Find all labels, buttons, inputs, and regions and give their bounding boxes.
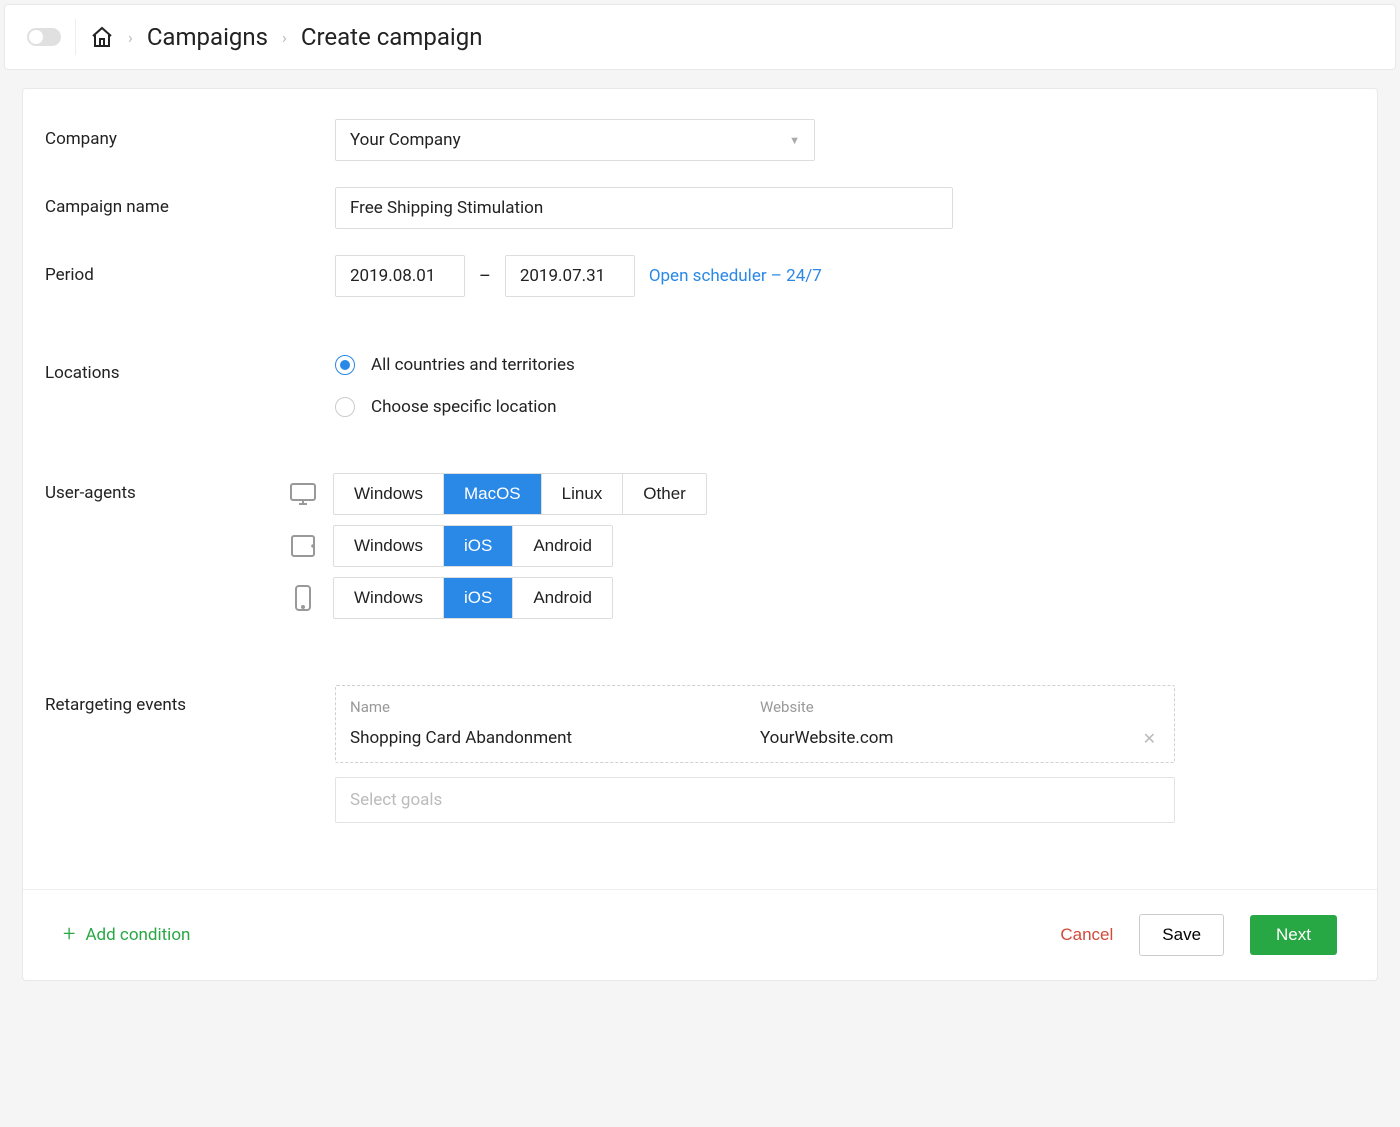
header-toggle[interactable] [27, 28, 61, 46]
tablet-windows-button[interactable]: Windows [334, 526, 443, 566]
desktop-macos-button[interactable]: MacOS [443, 474, 541, 514]
select-goals-input[interactable]: Select goals [335, 777, 1175, 823]
retargeting-label: Retargeting events [45, 685, 335, 715]
next-button[interactable]: Next [1250, 915, 1337, 955]
locations-label: Locations [45, 353, 335, 383]
tablet-ios-button[interactable]: iOS [443, 526, 512, 566]
retargeting-events-box: Name Website Shopping Card Abandonment Y… [335, 685, 1175, 763]
campaign-name-input[interactable]: Free Shipping Stimulation [335, 187, 953, 229]
event-name: Shopping Card Abandonment [350, 728, 760, 748]
tablet-os-segment: Windows iOS Android [333, 525, 613, 567]
chevron-right-icon: › [128, 28, 133, 47]
user-agents-label: User-agents [45, 473, 287, 503]
company-label: Company [45, 119, 335, 149]
add-condition-button[interactable]: + Add condition [63, 924, 190, 946]
events-col-website: Website [760, 698, 814, 716]
card-footer: + Add condition Cancel Save Next [23, 889, 1377, 980]
desktop-os-segment: Windows MacOS Linux Other [333, 473, 707, 515]
company-select[interactable]: Your Company ▼ [335, 119, 815, 161]
mobile-os-segment: Windows iOS Android [333, 577, 613, 619]
event-website: YourWebsite.com [760, 728, 1139, 748]
company-select-value: Your Company [350, 130, 461, 150]
radio-icon [335, 355, 355, 375]
desktop-linux-button[interactable]: Linux [541, 474, 623, 514]
home-icon[interactable] [90, 25, 114, 49]
cancel-button[interactable]: Cancel [1060, 925, 1113, 945]
mobile-windows-button[interactable]: Windows [334, 578, 443, 618]
remove-event-icon[interactable]: ✕ [1139, 729, 1160, 748]
location-specific-radio[interactable]: Choose specific location [335, 397, 1355, 417]
period-start-input[interactable]: 2019.08.01 [335, 255, 465, 297]
desktop-windows-button[interactable]: Windows [334, 474, 443, 514]
radio-icon [335, 397, 355, 417]
tablet-icon [287, 533, 319, 559]
caret-down-icon: ▼ [789, 134, 800, 147]
period-range-separator: – [479, 266, 491, 287]
events-col-name: Name [350, 698, 760, 716]
mobile-icon [287, 584, 319, 612]
page-header: › Campaigns › Create campaign [4, 4, 1396, 70]
form-card: Company Your Company ▼ Campaign name Fre… [22, 88, 1378, 981]
mobile-android-button[interactable]: Android [512, 578, 612, 618]
location-all-radio[interactable]: All countries and territories [335, 355, 1355, 375]
save-button[interactable]: Save [1139, 914, 1224, 956]
tablet-android-button[interactable]: Android [512, 526, 612, 566]
chevron-right-icon: › [282, 28, 287, 47]
breadcrumb-current: Create campaign [301, 23, 483, 51]
mobile-ios-button[interactable]: iOS [443, 578, 512, 618]
period-end-input[interactable]: 2019.07.31 [505, 255, 635, 297]
divider [75, 19, 76, 55]
retargeting-event-row: Shopping Card Abandonment YourWebsite.co… [350, 728, 1160, 748]
plus-icon: + [63, 924, 75, 946]
campaign-name-label: Campaign name [45, 187, 335, 217]
period-label: Period [45, 255, 335, 285]
desktop-other-button[interactable]: Other [622, 474, 706, 514]
breadcrumb-campaigns[interactable]: Campaigns [147, 23, 268, 51]
desktop-icon [287, 481, 319, 507]
open-scheduler-link[interactable]: Open scheduler – 24/7 [649, 266, 822, 286]
